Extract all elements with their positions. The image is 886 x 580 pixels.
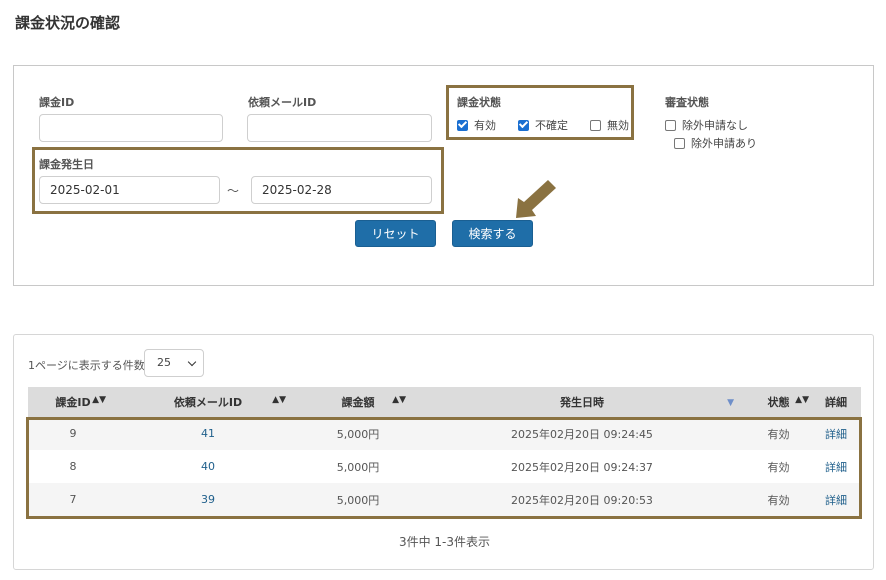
result-count: 3件中 1-3件表示	[398, 535, 491, 549]
sort-icon[interactable]: ▲▼	[272, 395, 286, 405]
column-charge-id[interactable]: 課金ID ▲▼	[28, 387, 118, 417]
checkbox-icon[interactable]	[665, 119, 676, 131]
page-title: 課金状況の確認	[15, 14, 121, 32]
date-separator: ～	[227, 184, 240, 198]
sort-icon[interactable]: ▲▼	[392, 395, 406, 405]
review-status-no-exclusion[interactable]: 除外申請なし	[665, 117, 748, 133]
rows-highlight	[26, 417, 862, 519]
checkbox-icon[interactable]	[674, 137, 685, 149]
results-panel: 1ページに表示する件数 25 課金ID ▲▼ 依頼メールID ▲▼ 課金額 ▲▼ 発生…	[13, 334, 874, 570]
sort-icon[interactable]: ▲▼	[92, 395, 106, 405]
date-to-input[interactable]: 2025-02-28	[251, 176, 432, 204]
charge-status-label: 課金状態	[457, 96, 501, 109]
date-label: 課金発生日	[39, 158, 94, 171]
checkbox-icon[interactable]	[590, 119, 601, 131]
charge-status-uncertain[interactable]: 不確定	[518, 117, 568, 133]
column-datetime[interactable]: 発生日時 ▼	[418, 387, 746, 417]
charge-id-input[interactable]	[39, 114, 223, 142]
search-button[interactable]: 検索する	[452, 220, 533, 247]
request-mail-id-input[interactable]	[247, 114, 432, 142]
review-status-with-exclusion[interactable]: 除外申請あり	[674, 135, 757, 151]
chevron-down-icon	[187, 357, 197, 367]
charge-status-options: 有効 不確定 無効	[457, 117, 629, 133]
request-mail-id-label: 依頼メールID	[248, 96, 317, 109]
column-amount[interactable]: 課金額 ▲▼	[298, 387, 418, 417]
charge-status-valid[interactable]: 有効	[457, 117, 496, 133]
charge-status-invalid[interactable]: 無効	[590, 117, 629, 133]
date-from-input[interactable]: 2025-02-01	[39, 176, 220, 204]
column-detail: 詳細	[825, 396, 847, 409]
per-page-select[interactable]: 25	[144, 349, 204, 377]
checkbox-checked-icon[interactable]	[518, 119, 529, 131]
charge-id-label: 課金ID	[39, 96, 75, 109]
column-status[interactable]: 状態 ▲▼	[746, 387, 811, 417]
table-header: 課金ID ▲▼ 依頼メールID ▲▼ 課金額 ▲▼ 発生日時 ▼ 状態 ▲▼ 詳細	[28, 387, 861, 417]
sort-icon[interactable]: ▲▼	[795, 395, 809, 405]
column-mail-id[interactable]: 依頼メールID ▲▼	[118, 387, 298, 417]
annotation-arrow-icon	[516, 180, 556, 218]
per-page-label: 1ページに表示する件数	[28, 359, 145, 372]
reset-button[interactable]: リセット	[355, 220, 436, 247]
checkbox-checked-icon[interactable]	[457, 119, 468, 131]
sort-desc-icon[interactable]: ▼	[727, 398, 734, 408]
review-status-label: 審査状態	[665, 96, 709, 109]
search-panel: 課金ID 依頼メールID 課金状態 有効 不確定 無効 審査状態 除外申請なし …	[13, 65, 874, 286]
